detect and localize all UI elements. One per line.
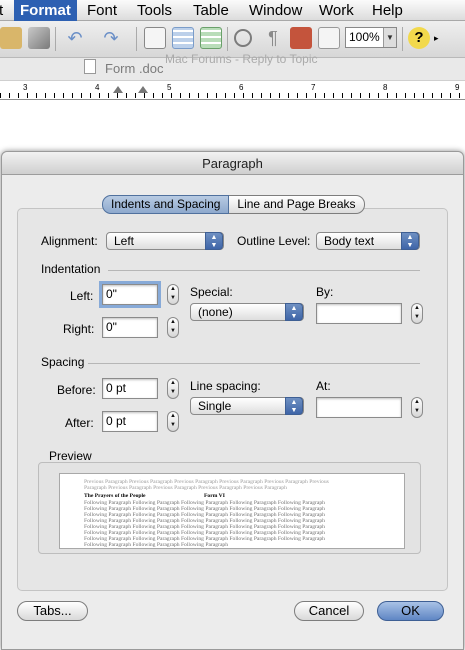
right-indent-field[interactable]: 0" — [102, 317, 158, 338]
menu-item-edit[interactable]: t — [0, 0, 9, 21]
help-assistant-icon[interactable]: ? — [408, 27, 430, 49]
right-indent-stepper[interactable]: ▲ ▼ — [167, 317, 179, 338]
insert-table-icon[interactable] — [172, 27, 194, 49]
menu-item-tools[interactable]: Tools — [131, 0, 178, 21]
left-indent-stepper[interactable]: ▲ ▼ — [167, 284, 179, 305]
undo-icon[interactable]: ↶ — [62, 27, 88, 49]
ruler-number: 3 — [23, 83, 28, 92]
outline-level-label: Outline Level: — [237, 234, 311, 248]
at-field[interactable] — [316, 397, 402, 418]
indent-marker-icon[interactable] — [113, 86, 123, 93]
special-value: (none) — [198, 305, 233, 319]
ok-button[interactable]: OK — [377, 601, 444, 621]
toolbar-separator — [402, 27, 403, 51]
preview-pane: Previous Paragraph Previous Paragraph Pr… — [59, 473, 405, 549]
toolbar-separator — [55, 27, 56, 51]
line-spacing-value: Single — [198, 399, 232, 413]
toolbar-separator — [136, 27, 137, 51]
tab-indents-and-spacing[interactable]: Indents and Spacing — [102, 195, 230, 214]
ruler-number: 7 — [311, 83, 316, 92]
left-indent-label: Left: — [70, 289, 94, 303]
up-down-arrows-icon: ▲ ▼ — [285, 397, 303, 415]
divider — [108, 270, 420, 271]
special-select[interactable]: (none) ▲ ▼ — [190, 303, 304, 321]
before-label: Before: — [57, 383, 96, 397]
pilcrow-icon[interactable]: ¶ — [262, 27, 284, 49]
alignment-select[interactable]: Left ▲ ▼ — [106, 232, 224, 250]
format-painter-icon[interactable] — [28, 27, 50, 49]
menu-item-font[interactable]: Font — [81, 0, 123, 21]
menu-bar: t Format Font Tools Table Window Work He… — [0, 0, 465, 21]
document-title: Form .doc — [105, 61, 164, 76]
line-spacing-label: Line spacing: — [190, 379, 261, 393]
spacing-before-field[interactable]: 0 pt — [102, 378, 158, 399]
alignment-value: Left — [114, 234, 135, 248]
spacing-after-stepper[interactable]: ▲ ▼ — [167, 411, 179, 432]
at-stepper[interactable]: ▲ ▼ — [411, 397, 423, 418]
tab-line-and-page-breaks[interactable]: Line and Page Breaks — [229, 195, 365, 214]
preview-heading: Preview — [49, 449, 92, 463]
draw-table-icon[interactable] — [144, 27, 166, 49]
paste-icon[interactable] — [0, 27, 22, 49]
zoom-select[interactable]: 100% ▼ — [345, 27, 397, 48]
ruler-number: 4 — [95, 83, 100, 92]
by-field[interactable] — [316, 303, 402, 324]
menu-item-work[interactable]: Work — [313, 0, 360, 21]
preview-sample-text: The Prayers of the People — [84, 493, 146, 499]
preview-following-line: Following Paragraph Following Paragraph … — [84, 542, 229, 548]
ruler-number: 8 — [383, 83, 388, 92]
up-down-arrows-icon: ▲ ▼ — [285, 303, 303, 321]
ruler-number: 6 — [239, 83, 244, 92]
ruler-number: 9 — [455, 83, 460, 92]
special-label: Special: — [190, 285, 233, 299]
spacing-before-stepper[interactable]: ▲ ▼ — [167, 378, 179, 399]
toolbar-separator — [227, 27, 228, 51]
by-label: By: — [316, 285, 334, 299]
menu-item-table[interactable]: Table — [187, 0, 235, 21]
outline-level-value: Body text — [324, 234, 375, 248]
toolbox-icon[interactable] — [290, 27, 312, 49]
paragraph-dialog: Paragraph Indents and Spacing Line and P… — [1, 151, 464, 650]
redo-icon[interactable]: ↷ — [98, 27, 124, 49]
left-indent-field[interactable]: 0" — [102, 284, 158, 305]
tab-stop-icon[interactable] — [138, 86, 148, 93]
ruler[interactable]: 3 4 5 6 7 8 9 — [0, 80, 465, 100]
insert-excel-icon[interactable] — [200, 27, 222, 49]
tabs-button[interactable]: Tabs... — [17, 601, 88, 621]
preview-sample-text-right: Form VI — [204, 493, 225, 499]
by-stepper[interactable]: ▲ ▼ — [411, 303, 423, 324]
menu-item-help[interactable]: Help — [366, 0, 409, 21]
menu-item-window[interactable]: Window — [243, 0, 308, 21]
dialog-title: Paragraph — [2, 152, 463, 175]
up-down-arrows-icon: ▲ ▼ — [401, 232, 419, 250]
preview-previous-line: Paragraph Previous Paragraph Previous Pa… — [84, 485, 287, 491]
outline-level-select[interactable]: Body text ▲ ▼ — [316, 232, 420, 250]
cancel-button[interactable]: Cancel — [294, 601, 364, 621]
document-title-bar: Mac Forums - Reply to Topic Form .doc — [0, 52, 465, 80]
document-icon — [84, 59, 96, 74]
divider — [88, 363, 420, 364]
up-down-arrows-icon: ▲ ▼ — [205, 232, 223, 250]
at-label: At: — [316, 379, 331, 393]
line-spacing-select[interactable]: Single ▲ ▼ — [190, 397, 304, 415]
chevron-down-icon[interactable]: ▼ — [383, 28, 396, 47]
after-label: After: — [65, 416, 94, 430]
zoom-magnifier-icon[interactable] — [234, 29, 252, 47]
menu-item-format[interactable]: Format — [14, 0, 77, 21]
text-box-icon[interactable] — [318, 27, 340, 49]
background-window-title: Mac Forums - Reply to Topic — [165, 52, 318, 66]
right-indent-label: Right: — [63, 322, 95, 336]
spacing-heading: Spacing — [41, 355, 85, 369]
spacing-after-field[interactable]: 0 pt — [102, 411, 158, 432]
toolbar-overflow-icon[interactable]: ▸ — [434, 27, 444, 49]
indentation-heading: Indentation — [41, 262, 101, 276]
alignment-label: Alignment: — [41, 234, 98, 248]
tab-group: Indents and Spacing Line and Page Breaks — [102, 195, 365, 214]
ruler-number: 5 — [167, 83, 172, 92]
zoom-value: 100% — [349, 30, 380, 44]
